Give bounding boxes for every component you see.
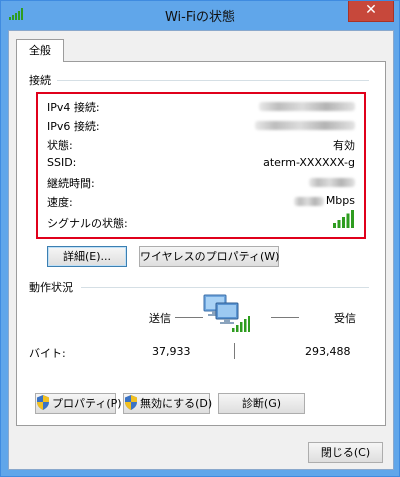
row-ipv4: IPv4 接続: (47, 97, 355, 115)
ssid-value: aterm-XXXXXX-g (263, 156, 355, 169)
bytes-sent-value: 37,933 (152, 345, 191, 358)
uac-shield-icon (37, 395, 49, 410)
wifi-status-window: Wi-Fiの状態 ✕ 全般 接続 IPv4 接続: IPv6 接続: 状態: 有… (0, 0, 400, 477)
activity-divider (81, 287, 369, 288)
details-button[interactable]: 詳細(E)... (47, 246, 127, 267)
row-ssid: SSID: aterm-XXXXXX-g (47, 154, 355, 172)
connection-info-box: IPv4 接続: IPv6 接続: 状態: 有効 SSID: aterm-XXX… (36, 92, 366, 239)
bytes-received-value: 293,488 (305, 345, 351, 358)
duration-value (309, 175, 355, 188)
window-close-button[interactable]: ✕ (348, 1, 394, 22)
close-button[interactable]: 閉じる(C) (308, 442, 383, 463)
row-signal: シグナルの状態: (47, 210, 355, 231)
diagnose-button[interactable]: 診断(G) (218, 393, 305, 414)
uac-shield-icon (125, 395, 137, 410)
disable-button[interactable]: 無効にする(D) (123, 393, 213, 414)
speed-label: 速度: (47, 196, 73, 209)
sent-label: 送信 (149, 312, 171, 325)
ssid-label: SSID: (47, 156, 77, 169)
tab-general[interactable]: 全般 (16, 39, 64, 62)
connection-group-label: 接続 (29, 74, 51, 87)
ipv6-value (255, 118, 355, 131)
title-bar[interactable]: Wi-Fiの状態 ✕ (1, 1, 399, 29)
disable-button-label: 無効にする(D) (140, 397, 213, 410)
wireless-properties-button[interactable]: ワイヤレスのプロパティ(W) (139, 246, 279, 267)
speed-unit: Mbps (325, 194, 355, 207)
row-ipv6: IPv6 接続: (47, 116, 355, 134)
ipv4-value (259, 99, 355, 112)
row-speed: 速度: Mbps (47, 192, 355, 210)
dialog-client: 全般 接続 IPv4 接続: IPv6 接続: 状態: 有効 SSID: ate… (8, 30, 394, 470)
received-label: 受信 (334, 312, 356, 325)
status-value: 有効 (333, 139, 355, 152)
sent-line (175, 317, 203, 318)
speed-value: Mbps (293, 194, 355, 207)
activity-group-label: 動作状況 (29, 281, 73, 294)
activity-center-line (234, 343, 235, 359)
properties-button[interactable]: プロパティ(P) (35, 393, 122, 414)
properties-button-label: プロパティ(P) (52, 397, 122, 410)
received-line (271, 317, 299, 318)
row-duration: 継続時間: (47, 173, 355, 191)
ipv6-label: IPv6 接続: (47, 120, 100, 133)
window-title: Wi-Fiの状態 (164, 10, 235, 25)
duration-label: 継続時間: (47, 177, 95, 190)
status-label: 状態: (47, 139, 73, 152)
network-computers-icon (203, 294, 250, 332)
ipv4-label: IPv4 接続: (47, 101, 100, 114)
bytes-label: バイト: (29, 347, 66, 360)
connection-divider (57, 80, 369, 81)
signal-label: シグナルの状態: (47, 217, 128, 230)
row-status: 状態: 有効 (47, 135, 355, 153)
signal-strength-icon (333, 210, 354, 228)
